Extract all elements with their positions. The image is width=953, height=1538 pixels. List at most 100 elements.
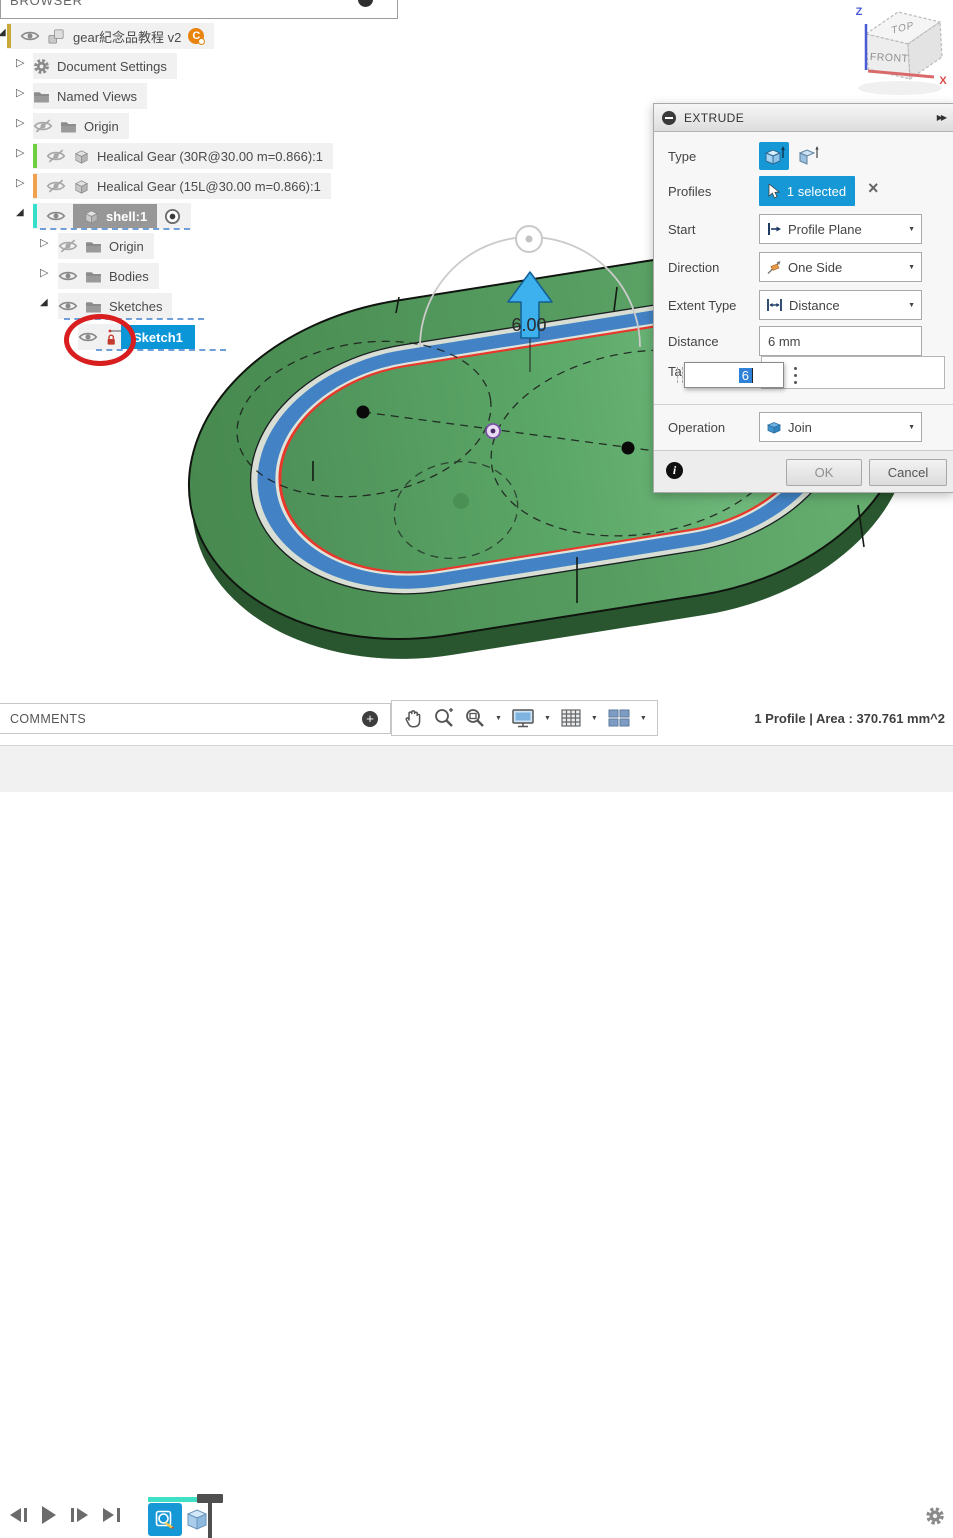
floating-dimension-input[interactable]: 6: [684, 362, 784, 388]
hidden-sketch-point: [453, 493, 469, 509]
info-icon[interactable]: i: [666, 462, 683, 479]
named-views-chip[interactable]: Named Views: [33, 83, 147, 109]
step-back-button[interactable]: [10, 1508, 27, 1522]
type-solid-button[interactable]: [759, 142, 789, 170]
visibility-eye-off-icon[interactable]: [46, 149, 66, 163]
profiles-selected-button[interactable]: 1 selected: [759, 176, 855, 206]
visibility-eye-off-icon[interactable]: [33, 119, 53, 133]
chevron-down-icon[interactable]: ▼: [591, 715, 598, 722]
selection-status: 1 Profile | Area : 370.761 mm^2: [754, 703, 945, 734]
fit-view-icon[interactable]: [464, 707, 486, 729]
visibility-eye-off-icon[interactable]: [46, 179, 66, 193]
document-settings-chip[interactable]: Document Settings: [33, 53, 177, 79]
add-comment-icon[interactable]: +: [362, 711, 378, 727]
item-label: Named Views: [57, 89, 137, 104]
browser-item-document-root[interactable]: ◢ gear紀念品教程 v2 C: [0, 21, 214, 51]
extent-type-dropdown[interactable]: Distance ▼: [759, 290, 922, 320]
expand-icon[interactable]: ▷: [16, 148, 24, 159]
distance-input[interactable]: 6 mm: [759, 326, 922, 356]
start-dropdown[interactable]: Profile Plane ▼: [759, 214, 922, 244]
shell-chip[interactable]: shell:1: [33, 203, 191, 229]
browser-item-origin[interactable]: ▷ Origin: [0, 111, 129, 141]
visibility-eye-icon[interactable]: [20, 29, 40, 43]
viewports-icon[interactable]: [607, 707, 631, 729]
play-button[interactable]: [42, 1506, 56, 1524]
visibility-eye-icon[interactable]: [58, 299, 78, 313]
browser-item-document-settings[interactable]: ▷ Document Settings: [0, 51, 177, 81]
bodies-chip[interactable]: Bodies: [58, 263, 159, 289]
display-settings-icon[interactable]: [511, 707, 535, 729]
component-color-bar: [7, 24, 11, 48]
expand-icon[interactable]: ◢: [0, 28, 6, 38]
fly-out-icon[interactable]: ▶▶: [937, 113, 945, 122]
sketch-point-right[interactable]: [622, 442, 635, 455]
browser-item-shell-origin[interactable]: ▷ Origin: [0, 231, 154, 261]
expand-icon[interactable]: ◢: [16, 208, 24, 218]
document-root-chip[interactable]: gear紀念品教程 v2 C: [7, 23, 214, 49]
shell-selected-chip[interactable]: shell:1: [73, 204, 157, 228]
expand-icon[interactable]: ▷: [16, 178, 24, 189]
visibility-eye-icon[interactable]: [46, 209, 66, 223]
expand-icon[interactable]: ▷: [40, 238, 48, 249]
extent-type-row: Extent Type Distance ▼: [654, 290, 953, 320]
sketch-point-center[interactable]: [486, 424, 500, 438]
cloud-status-icon[interactable]: C: [188, 28, 204, 44]
browser-item-gear-15l[interactable]: ▷ Healical Gear (15L@30.00 m=0.866):1: [0, 171, 331, 201]
clear-selection-icon[interactable]: ×: [868, 178, 879, 199]
join-operation-icon: [766, 419, 782, 435]
expand-icon[interactable]: ▷: [16, 58, 24, 69]
expand-icon[interactable]: ▷: [16, 88, 24, 99]
step-forward-button[interactable]: [71, 1508, 88, 1522]
browser-item-shell[interactable]: ◢ shell:1: [0, 201, 191, 231]
shell-origin-chip[interactable]: Origin: [58, 233, 154, 259]
go-to-end-button[interactable]: [103, 1508, 120, 1522]
cancel-button[interactable]: Cancel: [869, 459, 947, 486]
visibility-eye-icon[interactable]: [58, 269, 78, 283]
extent-type-label: Extent Type: [668, 298, 736, 313]
distance-value: 6 mm: [768, 334, 801, 349]
gear-30r-chip[interactable]: Healical Gear (30R@30.00 m=0.866):1: [33, 143, 333, 169]
extrude-dialog: EXTRUDE ▶▶ Type Profiles: [653, 103, 953, 493]
timeline-sketch-feature[interactable]: [148, 1503, 182, 1536]
pan-hand-icon[interactable]: [402, 707, 424, 729]
sketch-point-left[interactable]: [357, 406, 370, 419]
activate-component-radio-icon[interactable]: [164, 208, 181, 225]
comments-bar[interactable]: COMMENTS +: [0, 703, 391, 734]
taper-angle-input[interactable]: [761, 356, 945, 389]
rotate-manipulator-handle[interactable]: [516, 226, 542, 252]
operation-dropdown[interactable]: Join ▼: [759, 412, 922, 442]
visibility-eye-off-icon[interactable]: [58, 239, 78, 253]
chevron-down-icon[interactable]: ▼: [640, 715, 647, 722]
direction-dropdown[interactable]: One Side ▼: [759, 252, 922, 282]
viewcube[interactable]: TOP FRONT Z X: [830, 0, 953, 100]
drag-handle-dots-icon[interactable]: [794, 367, 797, 384]
chevron-down-icon: ▼: [908, 302, 915, 309]
item-label: Origin: [109, 239, 144, 254]
edit-dashes: [40, 228, 190, 230]
component-color-bar: [33, 144, 37, 168]
folder-icon: [85, 270, 102, 283]
sketches-chip[interactable]: Sketches: [58, 293, 172, 319]
item-label: Bodies: [109, 269, 149, 284]
expand-icon[interactable]: ◢: [40, 298, 48, 308]
zoom-icon[interactable]: [433, 707, 455, 729]
chevron-down-icon[interactable]: ▼: [495, 715, 502, 722]
collapse-icon[interactable]: [662, 111, 676, 125]
timeline-settings-gear-icon[interactable]: [925, 1506, 945, 1531]
operation-row: Operation Join ▼: [654, 412, 953, 442]
origin-chip[interactable]: Origin: [33, 113, 129, 139]
browser-item-bodies[interactable]: ▷ Bodies: [0, 261, 159, 291]
browser-options-icon[interactable]: [358, 0, 373, 7]
divider: [654, 404, 953, 405]
gear-15l-chip[interactable]: Healical Gear (15L@30.00 m=0.866):1: [33, 173, 331, 199]
chevron-down-icon[interactable]: ▼: [544, 715, 551, 722]
browser-item-gear-30r[interactable]: ▷ Healical Gear (30R@30.00 m=0.866):1: [0, 141, 333, 171]
dialog-header[interactable]: EXTRUDE ▶▶: [654, 104, 953, 132]
browser-item-named-views[interactable]: ▷ Named Views: [0, 81, 147, 111]
ok-button[interactable]: OK: [786, 459, 862, 486]
expand-icon[interactable]: ▷: [40, 268, 48, 279]
type-surface-button[interactable]: [793, 142, 823, 170]
timeline-playhead[interactable]: [208, 1494, 212, 1538]
grid-snap-icon[interactable]: [560, 707, 582, 729]
expand-icon[interactable]: ▷: [16, 118, 24, 129]
